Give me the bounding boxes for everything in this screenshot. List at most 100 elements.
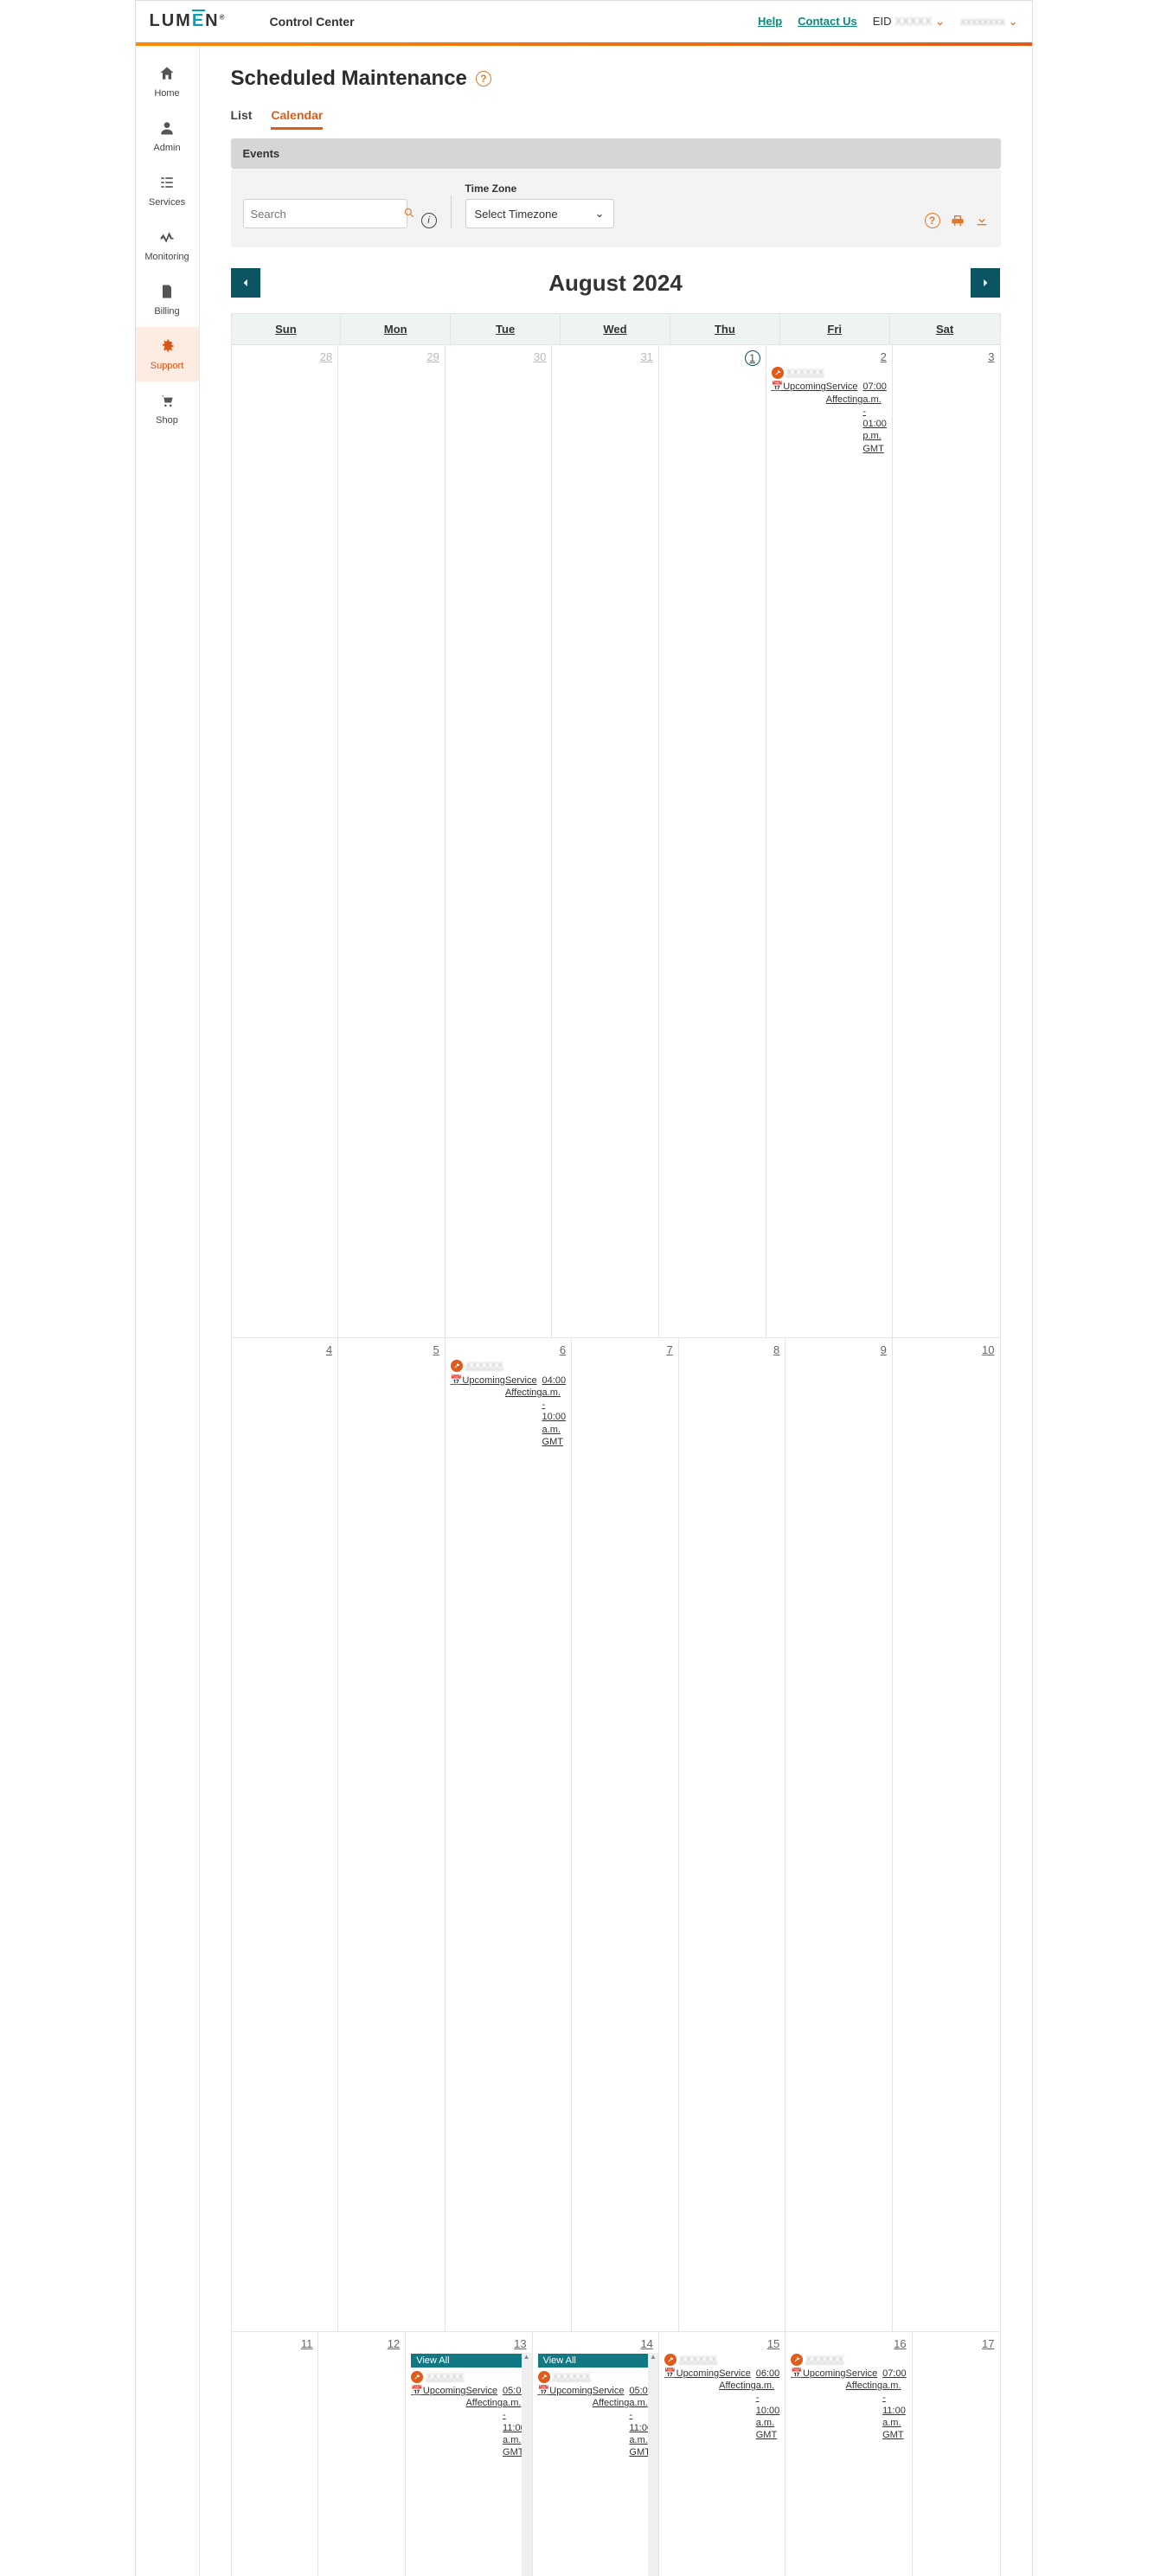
dow-mon: Mon: [341, 314, 451, 344]
help-icon[interactable]: ?: [476, 71, 491, 87]
event-item[interactable]: XXXXXX 📅 UpcomingService Affecting04:00 …: [451, 1360, 566, 2325]
logo: LUMEN®: [150, 11, 227, 31]
day-cell[interactable]: 17: [913, 2331, 1000, 2576]
monitoring-icon: [158, 228, 176, 248]
day-cell[interactable]: 6 XXXXXX 📅 UpcomingService Affecting04:0…: [446, 1337, 572, 2330]
user-selector[interactable]: xxxxxxxx ⌄: [960, 15, 1018, 29]
sidebar-item-admin[interactable]: Admin: [136, 109, 199, 163]
dow-fri: Fri: [780, 314, 890, 344]
dow-thu: Thu: [670, 314, 780, 344]
help-icon[interactable]: ?: [925, 213, 940, 228]
sidebar-item-label: Admin: [153, 143, 180, 153]
scrollbar[interactable]: ▲▼: [648, 2353, 658, 2576]
calendar-icon: 📅: [664, 2368, 676, 2576]
app-title: Control Center: [270, 15, 355, 29]
day-cell[interactable]: 10: [893, 1337, 1000, 2330]
sidebar: Home Admin Services Monitoring Billing S…: [136, 46, 200, 2576]
sidebar-item-services[interactable]: Services: [136, 163, 199, 218]
page-title: Scheduled Maintenance: [231, 67, 467, 91]
day-cell[interactable]: 31: [552, 344, 659, 1337]
next-month-button[interactable]: [971, 268, 1000, 298]
contact-link[interactable]: Contact Us: [798, 15, 857, 28]
search-wrap: [243, 199, 407, 228]
print-icon[interactable]: [951, 214, 965, 227]
wrench-icon: [772, 367, 784, 379]
scrollbar[interactable]: ▲▼: [522, 2353, 532, 2576]
tab-list[interactable]: List: [231, 108, 253, 130]
day-cell[interactable]: 11: [232, 2331, 319, 2576]
view-all-button[interactable]: View All: [538, 2354, 653, 2368]
sidebar-item-shop[interactable]: Shop: [136, 381, 199, 436]
wrench-icon: [451, 1360, 463, 1372]
dow-sat: Sat: [890, 314, 1000, 344]
chevron-down-icon: ⌄: [595, 207, 605, 221]
sidebar-item-label: Billing: [154, 306, 179, 317]
sidebar-item-label: Support: [151, 361, 184, 371]
wrench-icon: [411, 2371, 423, 2383]
event-item[interactable]: XXXXXX 📅 UpcomingService Affecting07:00 …: [772, 367, 887, 1332]
event-item[interactable]: XXXXXX 📅 UpcomingService Affecting06:00 …: [664, 2354, 779, 2576]
day-cell[interactable]: 1: [659, 344, 766, 1337]
month-title: August 2024: [548, 270, 683, 297]
today-marker: 1: [745, 350, 760, 366]
day-cell[interactable]: 4: [232, 1337, 339, 2330]
info-icon[interactable]: i: [421, 213, 437, 228]
day-cell[interactable]: 15 XXXXXX 📅 UpcomingService Affecting06:…: [659, 2331, 785, 2576]
sidebar-item-label: Home: [154, 88, 179, 99]
day-cell[interactable]: 7: [572, 1337, 679, 2330]
day-cell[interactable]: 12: [318, 2331, 406, 2576]
wrench-icon: [791, 2354, 803, 2366]
sidebar-item-billing[interactable]: Billing: [136, 272, 199, 327]
event-item[interactable]: XXXXXX 📅 UpcomingService Affecting07:00 …: [791, 2354, 906, 2576]
download-icon[interactable]: [975, 214, 989, 227]
eid-selector[interactable]: EID XXXXX ⌄: [873, 15, 945, 29]
tab-calendar[interactable]: Calendar: [271, 108, 323, 130]
chevron-down-icon: ⌄: [1009, 15, 1018, 28]
sidebar-item-label: Services: [149, 197, 185, 208]
day-cell[interactable]: 29: [338, 344, 446, 1337]
support-icon: [158, 337, 176, 357]
day-cell[interactable]: 14 View All XXXXXX 📅 UpcomingService Aff…: [533, 2331, 659, 2576]
sidebar-item-monitoring[interactable]: Monitoring: [136, 218, 199, 272]
help-link[interactable]: Help: [758, 15, 782, 28]
admin-icon: [158, 119, 176, 139]
dow-sun: Sun: [232, 314, 342, 344]
wrench-icon: [664, 2354, 676, 2366]
events-header: Events: [231, 138, 1001, 169]
sidebar-item-support[interactable]: Support: [136, 327, 199, 381]
day-cell[interactable]: 5: [338, 1337, 446, 2330]
day-cell[interactable]: 13 View All XXXXXX 📅 UpcomingService Aff…: [406, 2331, 532, 2576]
calendar-icon: 📅: [411, 2385, 423, 2576]
sidebar-item-label: Monitoring: [144, 252, 189, 262]
chevron-down-icon: ⌄: [935, 15, 945, 28]
search-input[interactable]: [251, 208, 403, 221]
tz-label: Time Zone: [465, 183, 614, 195]
calendar-icon: 📅: [451, 1375, 463, 2326]
tz-select[interactable]: Select Timezone ⌄: [465, 199, 614, 228]
day-cell[interactable]: 28: [232, 344, 339, 1337]
calendar-grid: Sun Mon Tue Wed Thu Fri Sat 28 29 30 31 …: [231, 313, 1001, 2576]
day-cell[interactable]: 16 XXXXXX 📅 UpcomingService Affecting07:…: [785, 2331, 912, 2576]
sidebar-item-home[interactable]: Home: [136, 54, 199, 109]
event-item[interactable]: XXXXXX 📅 UpcomingService Affecting05:00 …: [538, 2371, 653, 2576]
view-all-button[interactable]: View All: [411, 2354, 526, 2368]
calendar-icon: 📅: [538, 2385, 550, 2576]
billing-icon: [158, 283, 176, 303]
dow-tue: Tue: [451, 314, 561, 344]
sidebar-item-label: Shop: [156, 415, 178, 426]
day-cell[interactable]: 8: [679, 1337, 786, 2330]
home-icon: [158, 65, 176, 85]
day-cell[interactable]: 2 XXXXXX 📅 UpcomingService Affecting07:0…: [766, 344, 893, 1337]
dow-wed: Wed: [561, 314, 670, 344]
prev-month-button[interactable]: [231, 268, 260, 298]
calendar-icon: 📅: [791, 2368, 803, 2576]
wrench-icon: [538, 2371, 550, 2383]
search-icon[interactable]: [403, 207, 415, 221]
services-icon: [158, 174, 176, 194]
day-cell[interactable]: 9: [785, 1337, 893, 2330]
day-cell[interactable]: 3: [893, 344, 1000, 1337]
event-item[interactable]: XXXXXX 📅 UpcomingService Affecting05:00 …: [411, 2371, 526, 2576]
shop-icon: [158, 392, 176, 412]
calendar-icon: 📅: [772, 381, 784, 1332]
day-cell[interactable]: 30: [446, 344, 553, 1337]
